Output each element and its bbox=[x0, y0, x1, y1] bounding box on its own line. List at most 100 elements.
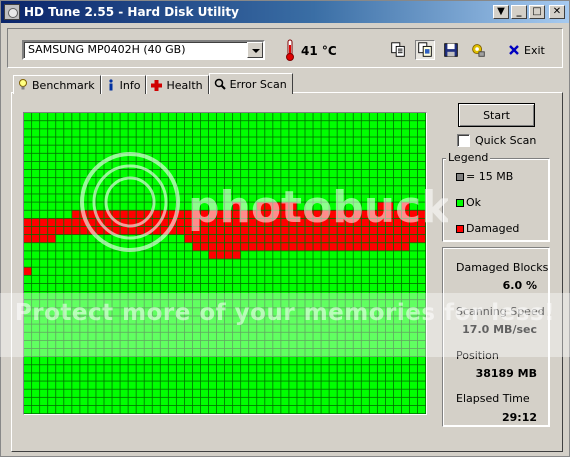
ok-block bbox=[120, 357, 128, 365]
exit-button[interactable]: Exit bbox=[508, 41, 545, 59]
ok-block bbox=[225, 169, 233, 178]
ok-block bbox=[176, 405, 184, 414]
ok-block bbox=[32, 405, 40, 414]
tab-info[interactable]: Info bbox=[100, 75, 147, 94]
ok-block bbox=[265, 169, 273, 178]
ok-block bbox=[96, 267, 104, 275]
ok-block bbox=[192, 145, 201, 153]
damaged-block bbox=[305, 226, 313, 235]
ok-block bbox=[417, 300, 426, 308]
tab-health[interactable]: Health bbox=[146, 75, 209, 94]
ok-block bbox=[361, 332, 369, 340]
ok-block bbox=[112, 186, 120, 194]
ok-block bbox=[176, 178, 184, 186]
ok-block bbox=[297, 153, 305, 162]
ok-block bbox=[313, 357, 321, 365]
ok-block bbox=[409, 251, 418, 259]
ok-block bbox=[160, 186, 168, 194]
minimize-button[interactable]: _ bbox=[511, 5, 527, 19]
quick-scan-checkbox[interactable]: Quick Scan bbox=[457, 134, 536, 147]
damaged-block bbox=[176, 218, 184, 227]
ok-block bbox=[168, 397, 176, 406]
ok-block bbox=[176, 291, 184, 300]
save-icon[interactable] bbox=[441, 40, 461, 60]
ok-block bbox=[377, 137, 385, 145]
hd-tune-app-icon[interactable] bbox=[4, 4, 20, 20]
maximize-button[interactable]: □ bbox=[529, 5, 545, 19]
damaged-block bbox=[385, 226, 394, 235]
ok-block bbox=[369, 169, 377, 178]
ok-block bbox=[48, 357, 56, 365]
ok-block bbox=[72, 153, 80, 162]
tab-benchmark[interactable]: Benchmark bbox=[13, 75, 101, 94]
options-icon[interactable] bbox=[468, 40, 488, 60]
ok-block bbox=[80, 275, 88, 284]
ok-block bbox=[345, 129, 353, 137]
damaged-block bbox=[152, 210, 160, 218]
ok-block bbox=[56, 348, 64, 357]
ok-block bbox=[313, 373, 321, 381]
ok-block bbox=[305, 161, 313, 170]
ok-block bbox=[257, 194, 265, 202]
ok-block bbox=[128, 251, 136, 259]
ok-block bbox=[136, 332, 144, 340]
ok-block bbox=[313, 316, 321, 324]
ok-block bbox=[72, 348, 80, 357]
tab-error-scan-label: Error Scan bbox=[229, 77, 287, 91]
ok-block bbox=[136, 324, 144, 332]
ok-block bbox=[120, 291, 128, 300]
ok-block bbox=[241, 300, 249, 308]
ok-block bbox=[80, 291, 88, 300]
tab-error-scan[interactable]: Error Scan bbox=[208, 73, 293, 94]
copy-text-icon[interactable] bbox=[388, 40, 408, 60]
ok-block bbox=[369, 267, 377, 275]
ok-block bbox=[249, 169, 257, 178]
ok-block bbox=[64, 324, 72, 332]
chevron-down-icon[interactable] bbox=[247, 42, 263, 58]
damaged-block bbox=[265, 235, 273, 243]
dropdown-menu-button[interactable]: ▼ bbox=[493, 5, 509, 19]
ok-block bbox=[385, 194, 394, 202]
start-button[interactable]: Start bbox=[458, 103, 535, 127]
ok-block bbox=[168, 137, 176, 145]
ok-block bbox=[88, 243, 96, 251]
ok-block bbox=[377, 145, 385, 153]
ok-block bbox=[409, 357, 418, 365]
ok-block bbox=[305, 153, 313, 162]
ok-block bbox=[192, 381, 201, 389]
quick-scan-checkbox-box[interactable] bbox=[457, 134, 470, 147]
ok-block bbox=[329, 308, 337, 316]
ok-block bbox=[225, 113, 233, 121]
ok-block bbox=[184, 169, 193, 178]
ok-block bbox=[385, 373, 394, 381]
ok-block bbox=[216, 316, 225, 324]
ok-block bbox=[72, 389, 80, 397]
ok-block bbox=[273, 169, 281, 178]
title-bar[interactable]: HD Tune 2.55 - Hard Disk Utility ▼ _ □ ✕ bbox=[1, 1, 569, 23]
ok-block bbox=[345, 357, 353, 365]
ok-block bbox=[24, 145, 32, 153]
ok-block bbox=[329, 405, 337, 414]
close-button[interactable]: ✕ bbox=[549, 5, 565, 19]
ok-block bbox=[281, 113, 289, 121]
ok-block bbox=[104, 194, 112, 202]
ok-block bbox=[72, 267, 80, 275]
copy-screenshot-icon[interactable] bbox=[415, 40, 435, 60]
drive-select[interactable]: SAMSUNG MP0402H (40 GB) bbox=[22, 40, 265, 60]
ok-block bbox=[32, 145, 40, 153]
damaged-block bbox=[208, 210, 217, 218]
damaged-block bbox=[417, 235, 426, 243]
ok-block bbox=[64, 153, 72, 162]
ok-block bbox=[337, 348, 345, 357]
ok-block bbox=[321, 373, 329, 381]
ok-block bbox=[337, 381, 345, 389]
ok-block bbox=[144, 291, 152, 300]
ok-block bbox=[361, 291, 369, 300]
ok-block bbox=[184, 275, 193, 284]
ok-block bbox=[144, 169, 152, 178]
ok-block bbox=[353, 129, 361, 137]
ok-block bbox=[40, 300, 48, 308]
ok-block bbox=[144, 251, 152, 259]
ok-block bbox=[88, 202, 96, 210]
ok-block bbox=[32, 397, 40, 406]
